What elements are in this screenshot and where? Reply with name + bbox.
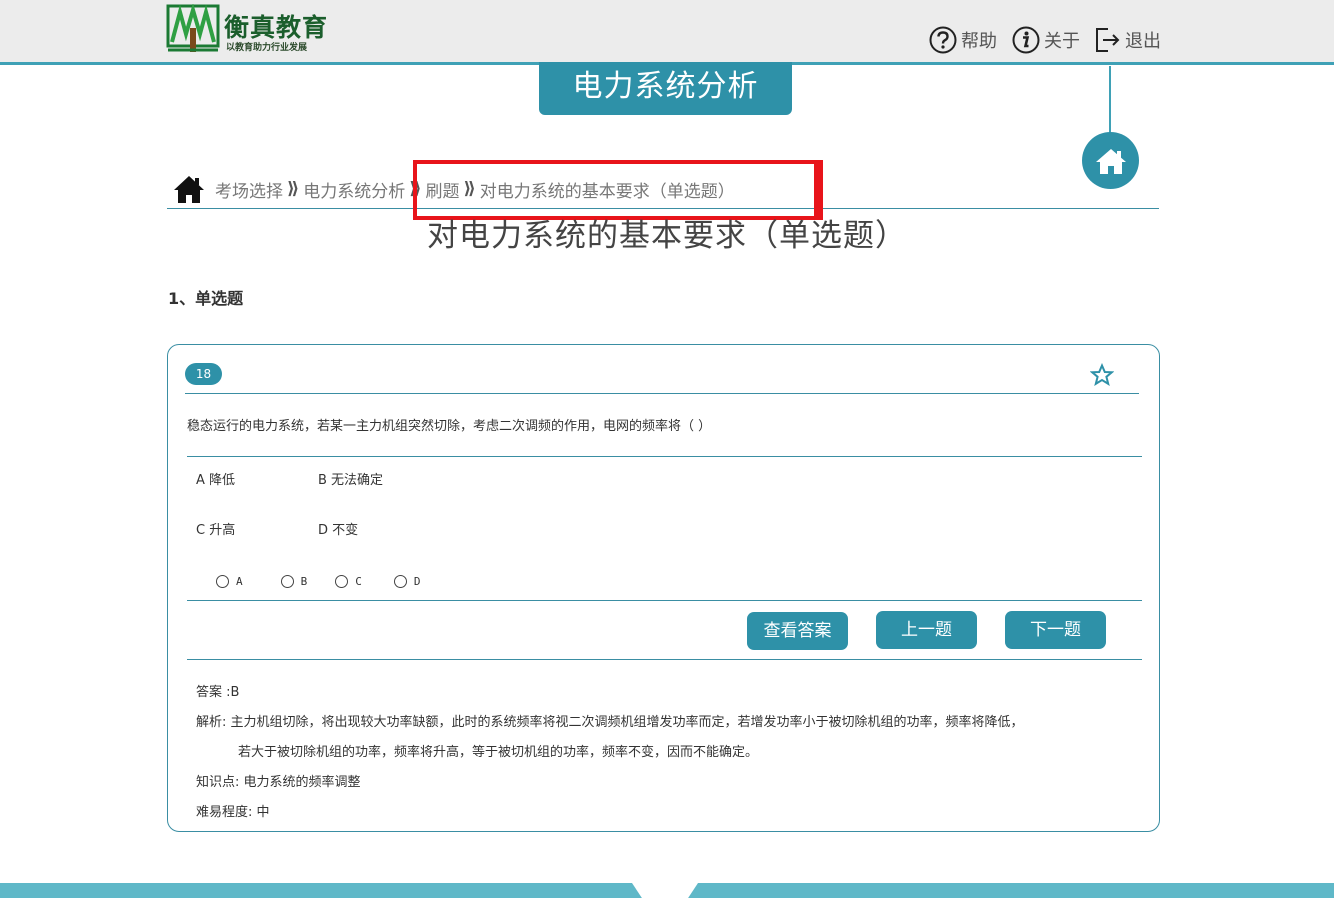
- question-text: 稳态运行的电力系统，若某一主力机组突然切除，考虑二次调频的作用，电网的频率将（ …: [187, 419, 712, 434]
- analysis-text-line-2: 若大于被切除机组的功率，频率将升高，等于被切机组的功率，频率不变，因而不能确定。: [238, 745, 759, 760]
- top-nav: 帮助 关于 退出: [928, 25, 1161, 55]
- question-card: 18 稳态运行的电力系统，若某一主力机组突然切除，考虑二次调频的作用，电网的频率…: [167, 344, 1160, 832]
- radio-choice-b[interactable]: B: [280, 575, 308, 588]
- difficulty-text: 难易程度: 中: [196, 805, 270, 820]
- answer-choices: A B C D: [216, 575, 421, 588]
- option-d-text: D 不变: [318, 523, 359, 538]
- show-answer-button[interactable]: 查看答案: [747, 612, 848, 650]
- option-c-text: C 升高: [196, 523, 236, 538]
- card-divider: [185, 393, 1139, 394]
- radio-circle: [216, 575, 229, 588]
- radio-circle: [335, 575, 349, 588]
- radio-choice-a[interactable]: A: [216, 575, 243, 588]
- help-label: 帮助: [961, 31, 997, 52]
- home-icon: [1095, 148, 1126, 174]
- breadcrumb-separator: ⟫: [463, 179, 476, 199]
- radio-label: C: [355, 575, 362, 588]
- home-connector: [1109, 66, 1111, 134]
- footer-notch: [632, 883, 698, 898]
- about-label: 关于: [1044, 31, 1080, 52]
- radio-label: B: [300, 575, 308, 588]
- question-number-badge: 18: [185, 363, 222, 385]
- knowledge-point-text: 知识点: 电力系统的频率调整: [196, 775, 361, 790]
- answer-text: 答案 :B: [196, 685, 240, 700]
- logout-button[interactable]: 退出: [1094, 25, 1161, 55]
- help-button[interactable]: 帮助: [928, 25, 997, 55]
- previous-question-button[interactable]: 上一题: [876, 611, 977, 649]
- page-title: 对电力系统的基本要求（单选题）: [427, 218, 907, 254]
- home-button[interactable]: [1082, 132, 1139, 189]
- breadcrumb-item-practice[interactable]: 刷题: [426, 177, 460, 202]
- breadcrumb-item-exam-selection[interactable]: 考场选择: [215, 177, 283, 202]
- breadcrumb: 考场选择 ⟫ 电力系统分析 ⟫ 刷题 ⟫ 对电力系统的基本要求（单选题）: [173, 172, 735, 206]
- breadcrumb-divider: [167, 208, 1159, 209]
- option-a-text: A 降低: [196, 473, 236, 488]
- card-divider: [187, 659, 1142, 660]
- radio-circle: [280, 575, 294, 588]
- breadcrumb-separator: ⟫: [287, 179, 300, 199]
- logout-label: 退出: [1125, 31, 1161, 52]
- breadcrumb-separator: ⟫: [409, 179, 422, 199]
- card-divider: [187, 456, 1142, 457]
- radio-choice-d[interactable]: D: [393, 575, 421, 588]
- next-question-button[interactable]: 下一题: [1005, 611, 1106, 649]
- breadcrumb-item-course[interactable]: 电力系统分析: [303, 177, 405, 202]
- radio-label: A: [236, 575, 243, 588]
- option-b-text: B 无法确定: [318, 473, 384, 488]
- radio-circle: [393, 575, 407, 588]
- breadcrumb-home-icon[interactable]: [173, 174, 205, 204]
- analysis-text-line-1: 解析: 主力机组切除，将出现较大功率缺额，此时的系统频率将视二次调频机组增发功率…: [196, 715, 1024, 730]
- logo-slogan: 以教育助力行业发展: [226, 43, 308, 53]
- card-divider: [187, 600, 1142, 601]
- breadcrumb-current: 对电力系统的基本要求（单选题）: [479, 181, 735, 202]
- logo-title: 衡真教育: [224, 13, 329, 42]
- course-title: 电力系统分析: [539, 62, 792, 115]
- tree-logo-icon: [166, 4, 220, 52]
- help-icon: [929, 26, 957, 54]
- radio-label: D: [413, 575, 421, 588]
- section-title: 1、单选题: [168, 289, 244, 308]
- logo[interactable]: 衡真教育 以教育助力行业发展: [166, 4, 336, 56]
- logout-icon: [1096, 28, 1120, 52]
- app-header: 衡真教育 以教育助力行业发展 帮助 关于 退出: [0, 0, 1334, 62]
- star-icon[interactable]: [1090, 363, 1114, 387]
- about-button[interactable]: 关于: [1011, 25, 1080, 55]
- radio-choice-c[interactable]: C: [335, 575, 362, 588]
- info-icon: [1012, 26, 1040, 54]
